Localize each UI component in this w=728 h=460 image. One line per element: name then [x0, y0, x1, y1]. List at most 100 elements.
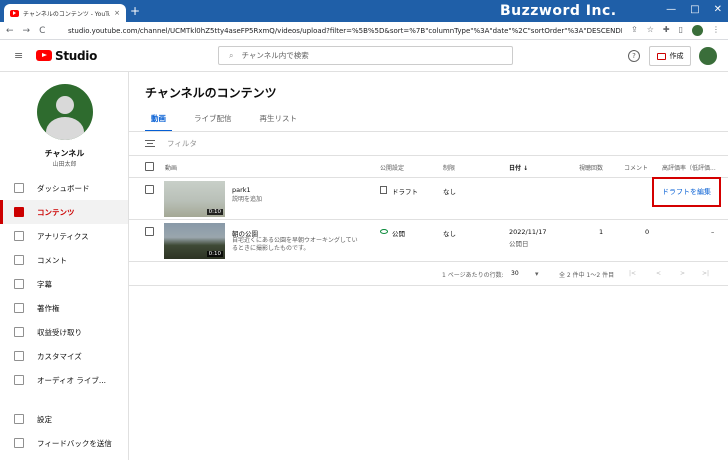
hamburger-menu-icon[interactable]: ≡ — [14, 49, 26, 62]
more-icon[interactable]: ⋮ — [712, 25, 720, 36]
col-rating[interactable]: 高評価率（低評価... — [662, 163, 716, 172]
video-thumbnail[interactable]: 0:10 — [164, 223, 225, 259]
search-input[interactable]: チャンネル内で検索 — [241, 50, 308, 61]
sidebar-item-label: カスタマイズ — [37, 351, 82, 361]
video-description[interactable]: 説明を追加 — [232, 196, 262, 204]
star-icon[interactable]: ☆ — [647, 25, 654, 36]
restriction-value: なし — [443, 230, 456, 238]
help-icon[interactable]: ? — [628, 50, 640, 62]
copyright-icon — [14, 303, 24, 313]
select-all-checkbox[interactable] — [145, 162, 154, 171]
visibility-value[interactable]: 公開 — [392, 228, 405, 238]
sidebar-item-copyright[interactable]: 著作権 — [0, 296, 128, 320]
brand-watermark: Buzzword Inc. — [500, 3, 617, 19]
search-box[interactable]: ⌕ チャンネル内で検索 — [218, 46, 513, 65]
sidebar-item-subtitles[interactable]: 字幕 — [0, 272, 128, 296]
sidebar-item-content[interactable]: コンテンツ — [0, 200, 128, 224]
table-header: 動画 公開設定 制限 日付 ↓ 視聴回数 コメント 高評価率（低評価... — [129, 156, 728, 178]
channel-avatar[interactable] — [37, 84, 93, 140]
tab-videos[interactable]: 動画 — [145, 110, 172, 132]
profile-avatar-icon[interactable] — [692, 25, 703, 36]
sidebar-item-customize[interactable]: カスタマイズ — [0, 344, 128, 368]
page-title: チャンネルのコンテンツ — [145, 86, 277, 100]
account-avatar[interactable] — [699, 47, 717, 65]
table-row[interactable]: 0:10 park1 説明を追加 ドラフト なし — [129, 178, 728, 220]
tab-live[interactable]: ライブ配信 — [188, 110, 238, 132]
first-page-icon[interactable]: |< — [629, 270, 636, 277]
sidebar-item-label: 設定 — [37, 414, 52, 424]
page-range: 全 2 件中 1～2 件目 — [559, 272, 615, 279]
restriction-value: なし — [443, 188, 456, 196]
camera-icon — [656, 52, 666, 60]
maximize-icon[interactable]: □ — [690, 4, 699, 15]
tab-close-icon[interactable]: × — [114, 9, 120, 17]
address-bar-row: ← → C studio.youtube.com/channel/UCMTkl0… — [0, 22, 728, 40]
edit-draft-button[interactable]: ドラフトを編集 — [652, 177, 721, 207]
pagination-bar: 1 ページあたりの行数: 30 ▾ 全 2 件中 1～2 件目 |< < > >… — [129, 262, 728, 286]
video-thumbnail[interactable]: 0:10 — [164, 181, 225, 217]
date-label: 公開日 — [509, 240, 529, 248]
col-date[interactable]: 日付 ↓ — [509, 163, 528, 172]
sidebar-item-label: コンテンツ — [37, 207, 75, 217]
video-title[interactable]: park1 — [232, 186, 251, 194]
url-field[interactable]: studio.youtube.com/channel/UCMTkl0hZ5tty… — [62, 27, 622, 35]
sidebar-item-label: オーディオ ライブ... — [37, 375, 107, 385]
next-page-icon[interactable]: > — [680, 270, 685, 277]
views-value: 1 — [599, 228, 604, 236]
draft-doc-icon — [380, 186, 387, 194]
visibility-value: ドラフト — [392, 188, 418, 196]
extensions-icon[interactable]: ✚ — [663, 25, 670, 36]
rows-per-page-select[interactable]: 30 — [511, 270, 519, 277]
video-description[interactable]: 自宅近くにある公園を早朝ウオーキングしているときに撮影したものです。 — [232, 237, 360, 253]
sidebar-item-feedback[interactable]: フィードバックを送信 — [0, 431, 128, 455]
audio-library-icon — [14, 375, 24, 385]
comments-value: 0 — [645, 228, 650, 236]
sidebar-item-label: ダッシュボード — [37, 183, 90, 193]
col-visibility[interactable]: 公開設定 — [380, 163, 404, 172]
subtitles-icon — [14, 279, 24, 289]
studio-logo[interactable]: Studio — [36, 49, 97, 63]
create-button[interactable]: 作成 — [649, 46, 691, 66]
dollar-icon — [14, 327, 24, 337]
tab-playlists[interactable]: 再生リスト — [254, 110, 304, 132]
sidepanel-icon[interactable]: ▯ — [679, 25, 683, 36]
back-icon[interactable]: ← — [6, 26, 14, 36]
window-close-icon[interactable]: ✕ — [714, 4, 722, 15]
duration-badge: 0:10 — [206, 251, 223, 257]
col-views[interactable]: 視聴回数 — [579, 163, 603, 172]
col-restrictions[interactable]: 制限 — [443, 163, 455, 172]
col-comments[interactable]: コメント — [624, 163, 648, 172]
sidebar-item-dashboard[interactable]: ダッシュボード — [0, 176, 128, 200]
date-value: 2022/11/17 — [509, 228, 547, 236]
reload-icon[interactable]: C — [39, 26, 45, 36]
browser-tab[interactable]: チャンネルのコンテンツ - YouTube Stu × — [4, 4, 126, 22]
sidebar-item-label: 収益受け取り — [37, 327, 82, 337]
rating-value: – — [711, 228, 715, 236]
dropdown-arrow-icon[interactable]: ▾ — [535, 270, 539, 278]
sidebar-item-label: 著作権 — [37, 303, 60, 313]
filter-label: フィルタ — [167, 139, 197, 148]
create-label: 作成 — [669, 52, 684, 60]
sidebar-item-comments[interactable]: コメント — [0, 248, 128, 272]
prev-page-icon[interactable]: < — [656, 270, 661, 277]
share-icon[interactable]: ⇪ — [631, 25, 638, 36]
comment-icon — [14, 255, 24, 265]
feedback-icon — [14, 438, 24, 448]
logo-text: Studio — [55, 48, 98, 63]
row-checkbox[interactable] — [145, 185, 154, 194]
content-icon — [14, 207, 24, 217]
tab-title: チャンネルのコンテンツ - YouTube Stu — [23, 10, 111, 18]
sidebar-item-analytics[interactable]: アナリティクス — [0, 224, 128, 248]
forward-icon[interactable]: → — [23, 26, 31, 36]
filter-bar[interactable]: フィルタ — [145, 138, 197, 149]
sidebar-item-settings[interactable]: 設定 — [0, 407, 128, 431]
last-page-icon[interactable]: >| — [702, 270, 709, 277]
sidebar-item-earn[interactable]: 収益受け取り — [0, 320, 128, 344]
sidebar-item-audio-library[interactable]: オーディオ ライブ... — [0, 368, 128, 392]
gear-icon — [14, 414, 24, 424]
youtube-logo-icon — [36, 50, 52, 61]
table-row[interactable]: 0:10 朝の公園 自宅近くにある公園を早朝ウオーキングしているときに撮影したも… — [129, 220, 728, 262]
row-checkbox[interactable] — [145, 227, 154, 236]
minimize-icon[interactable]: — — [666, 4, 676, 15]
new-tab-button[interactable]: + — [130, 4, 140, 18]
